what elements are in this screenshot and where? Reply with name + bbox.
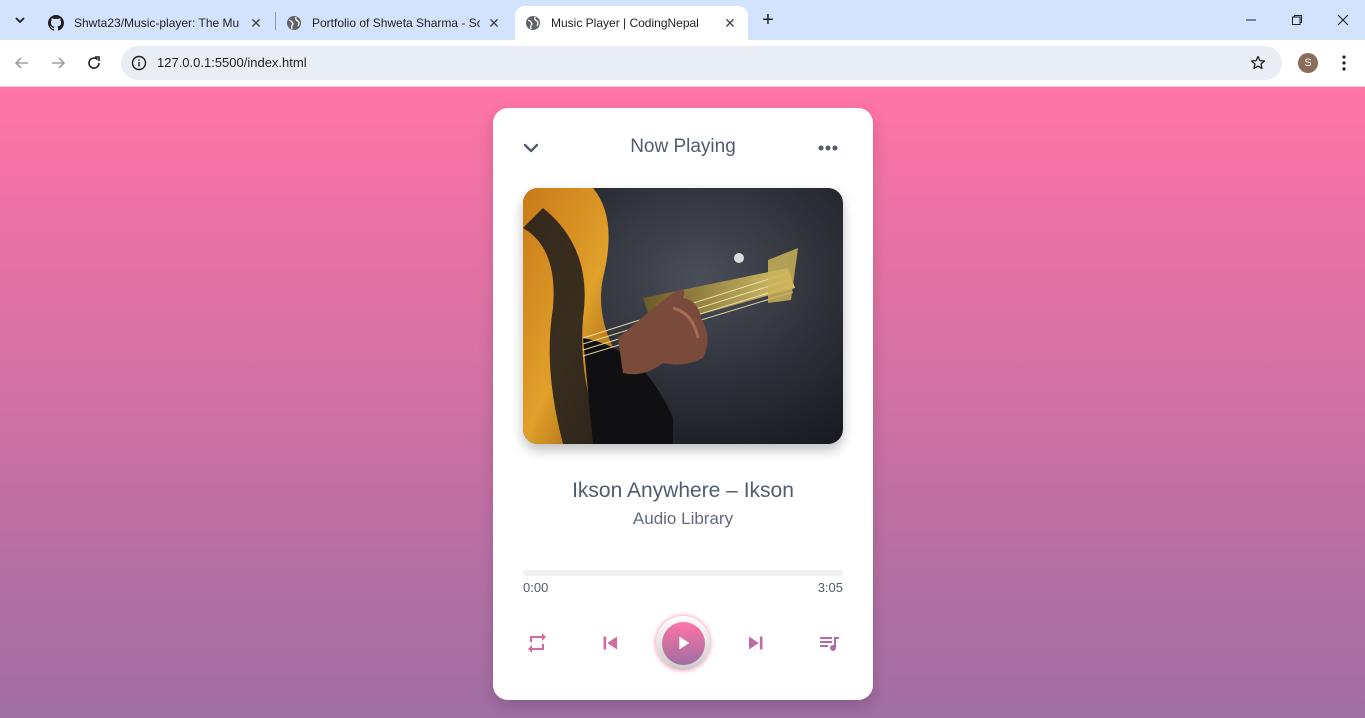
more-vertical-icon	[1342, 55, 1346, 71]
tab-music-player[interactable]: Music Player | CodingNepal ✕	[515, 6, 748, 40]
browser-menu-button[interactable]	[1334, 52, 1354, 74]
album-art	[523, 188, 843, 444]
skip-next-icon[interactable]	[743, 630, 769, 656]
close-window-button[interactable]	[1320, 0, 1365, 40]
restore-button[interactable]	[1274, 0, 1320, 40]
tab-search-button[interactable]	[8, 8, 32, 32]
arrow-left-icon	[14, 57, 28, 69]
github-icon	[48, 15, 64, 31]
progress-area[interactable]	[523, 570, 843, 576]
arrow-right-icon	[52, 57, 66, 69]
tab-title: Shwta23/Music-player: The Mu	[74, 16, 240, 30]
song-name: Ikson Anywhere – Ikson	[572, 479, 794, 502]
forward-button[interactable]	[46, 51, 70, 75]
close-icon[interactable]: ✕	[486, 15, 502, 31]
current-time: 0:00	[523, 580, 549, 595]
player-top-bar: Now Playing	[493, 108, 873, 188]
new-tab-button[interactable]: +	[757, 9, 779, 31]
song-details: Ikson Anywhere – Ikson Audio Library	[493, 476, 873, 529]
music-player-card: Now Playing Ikson Anywhere – Ikson Audio…	[493, 108, 873, 700]
globe-icon	[287, 16, 301, 30]
tab-title: Music Player | CodingNepal	[551, 16, 699, 30]
profile-avatar[interactable]: S	[1298, 53, 1318, 73]
page-background: Now Playing Ikson Anywhere – Ikson Audio…	[0, 87, 1365, 718]
song-duration: 3:05	[817, 580, 843, 595]
url-text: 127.0.0.1:5500/index.html	[157, 55, 307, 70]
browser-tabstrip: Shwta23/Music-player: The Mu ✕ Portfolio…	[0, 0, 1365, 40]
play-pause-button[interactable]	[656, 616, 710, 670]
minimize-button[interactable]	[1228, 0, 1274, 40]
tab-title: Portfolio of Shweta Sharma - Sc	[312, 16, 480, 30]
tab-github[interactable]: Shwta23/Music-player: The Mu ✕	[38, 6, 274, 40]
bookmark-star-icon[interactable]	[1248, 53, 1268, 73]
browser-toolbar: 127.0.0.1:5500/index.html	[0, 40, 1365, 87]
restore-icon	[1292, 15, 1302, 25]
play-pause-inner	[661, 621, 705, 665]
close-icon[interactable]: ✕	[248, 15, 264, 31]
player-controls	[493, 614, 873, 670]
close-icon	[1337, 14, 1349, 26]
back-button[interactable]	[10, 51, 34, 75]
reload-button[interactable]	[82, 51, 106, 75]
skip-previous-icon[interactable]	[597, 630, 623, 656]
repeat-icon[interactable]	[524, 630, 550, 656]
site-info-icon[interactable]	[129, 53, 149, 73]
queue-music-icon[interactable]	[816, 630, 842, 656]
close-icon[interactable]: ✕	[722, 15, 738, 31]
minimize-icon	[1246, 19, 1256, 21]
tab-portfolio[interactable]: Portfolio of Shweta Sharma - Sc ✕	[276, 6, 512, 40]
address-bar[interactable]: 127.0.0.1:5500/index.html	[121, 46, 1282, 80]
globe-icon	[526, 16, 540, 30]
song-artist: Audio Library	[632, 509, 734, 528]
more-horizontal-icon[interactable]	[816, 136, 840, 160]
chevron-down-icon	[15, 17, 25, 24]
album-art-image	[523, 188, 843, 444]
reload-icon	[88, 56, 100, 69]
play-icon	[679, 636, 690, 650]
